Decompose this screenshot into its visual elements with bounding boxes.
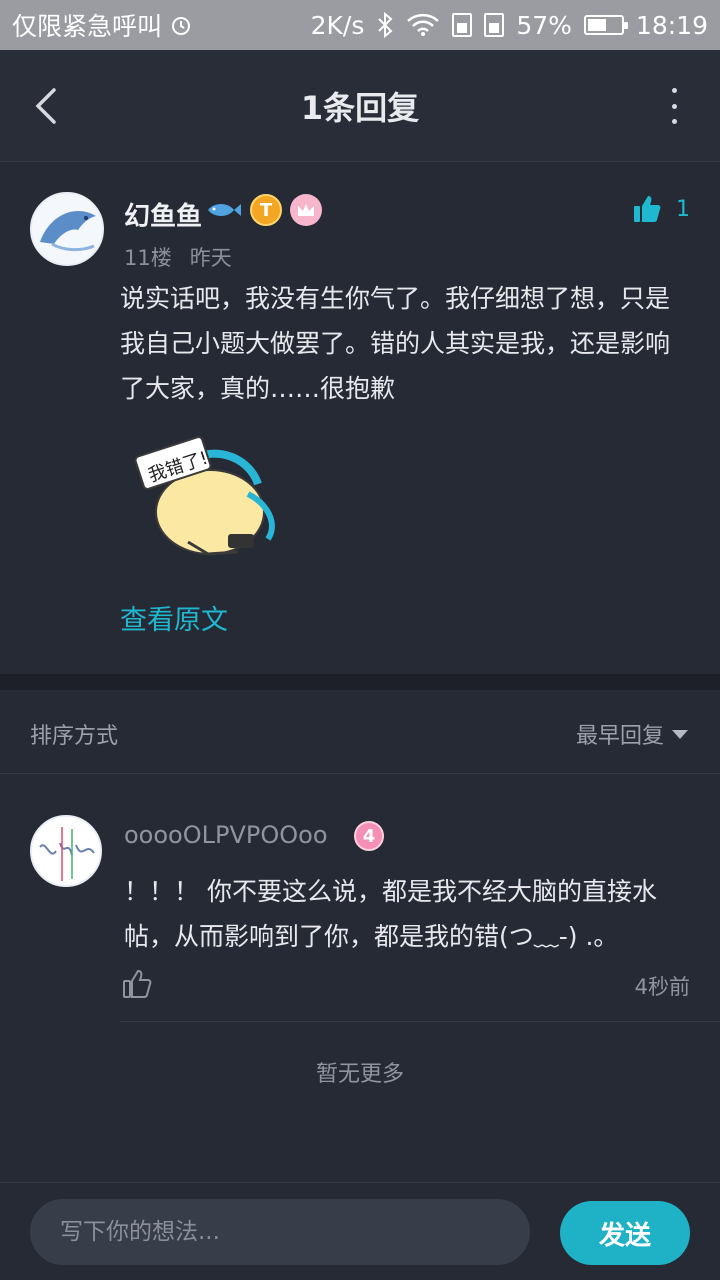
back-arrow-icon[interactable] [28,86,64,126]
original-post: 幻鱼鱼 T 11楼 昨天 1 说实话吧，我没有生你气了。我仔细想了想，只是我自己… [0,162,720,674]
sim1-icon [452,13,473,37]
title-badge-label: T [259,199,273,221]
post-meta: 11楼 昨天 [124,242,232,272]
like-button[interactable]: 1 [632,194,690,224]
wifi-icon [407,13,440,36]
send-button[interactable]: 发送 [560,1201,690,1265]
view-original-link[interactable]: 查看原文 [120,598,228,637]
reply-divider [120,1021,720,1022]
status-bar: 仅限紧急呼叫 2K/s 57% 18:19 [0,0,720,50]
reply-avatar[interactable] [30,815,102,887]
avatar[interactable] [30,192,104,266]
post-content: 说实话吧，我没有生你气了。我仔细想了想，只是我自己小题大做罢了。错的人其实是我，… [120,284,671,403]
handwriting-avatar-image [32,817,100,885]
dolphin-avatar-image [32,194,102,264]
battery-percent: 57% [516,10,572,40]
sort-bar: 排序方式 最早回复 [0,690,720,774]
sort-dropdown[interactable]: 最早回复 [576,718,688,750]
clock: 18:19 [635,10,708,40]
alarm-icon [172,17,191,35]
thumbs-up-outline-icon[interactable] [122,969,152,999]
chevron-down-icon [672,729,688,739]
post-time: 昨天 [189,246,232,270]
reply-time: 4秒前 [634,975,690,999]
net-speed: 2K/s [310,10,365,40]
post-username[interactable]: 幻鱼鱼 [124,196,202,233]
carrier-text: 仅限紧急呼叫 [12,12,163,41]
level-badge: 4 [354,821,384,851]
apology-sticker-image: 我错了! [134,436,275,556]
more-menu-icon[interactable] [668,88,680,124]
reply-item: ooooOLPVPOOoo 4 ！！！ 你不要这么说，都是我不经大脑的直接水帖，… [0,775,720,1023]
floor-number: 11楼 [124,246,172,270]
fish-icon [208,204,241,216]
no-more-text: 暂无更多 [315,1062,404,1087]
sim2-icon [484,13,505,37]
title-badge: T [250,194,282,226]
reply-content: ！！！ 你不要这么说，都是我不经大脑的直接水帖，从而影响到了你，都是我的错(つ﹏… [124,877,657,951]
section-divider [0,674,720,690]
thumbs-up-icon [634,196,661,222]
battery-icon [583,15,628,35]
reply-username[interactable]: ooooOLPVPOOoo [124,821,328,849]
like-count: 1 [676,196,690,222]
bluetooth-icon [378,12,393,38]
user-badges: T [206,194,322,226]
comment-input[interactable] [30,1199,530,1265]
top-bar: 1条回复 [0,50,720,162]
sort-label: 排序方式 [30,724,119,749]
crown-icon [290,194,322,226]
page-title: 1条回复 [300,88,420,127]
sort-value: 最早回复 [575,724,664,749]
composer-bar: 发送 [0,1182,720,1280]
level-number: 4 [362,825,376,847]
